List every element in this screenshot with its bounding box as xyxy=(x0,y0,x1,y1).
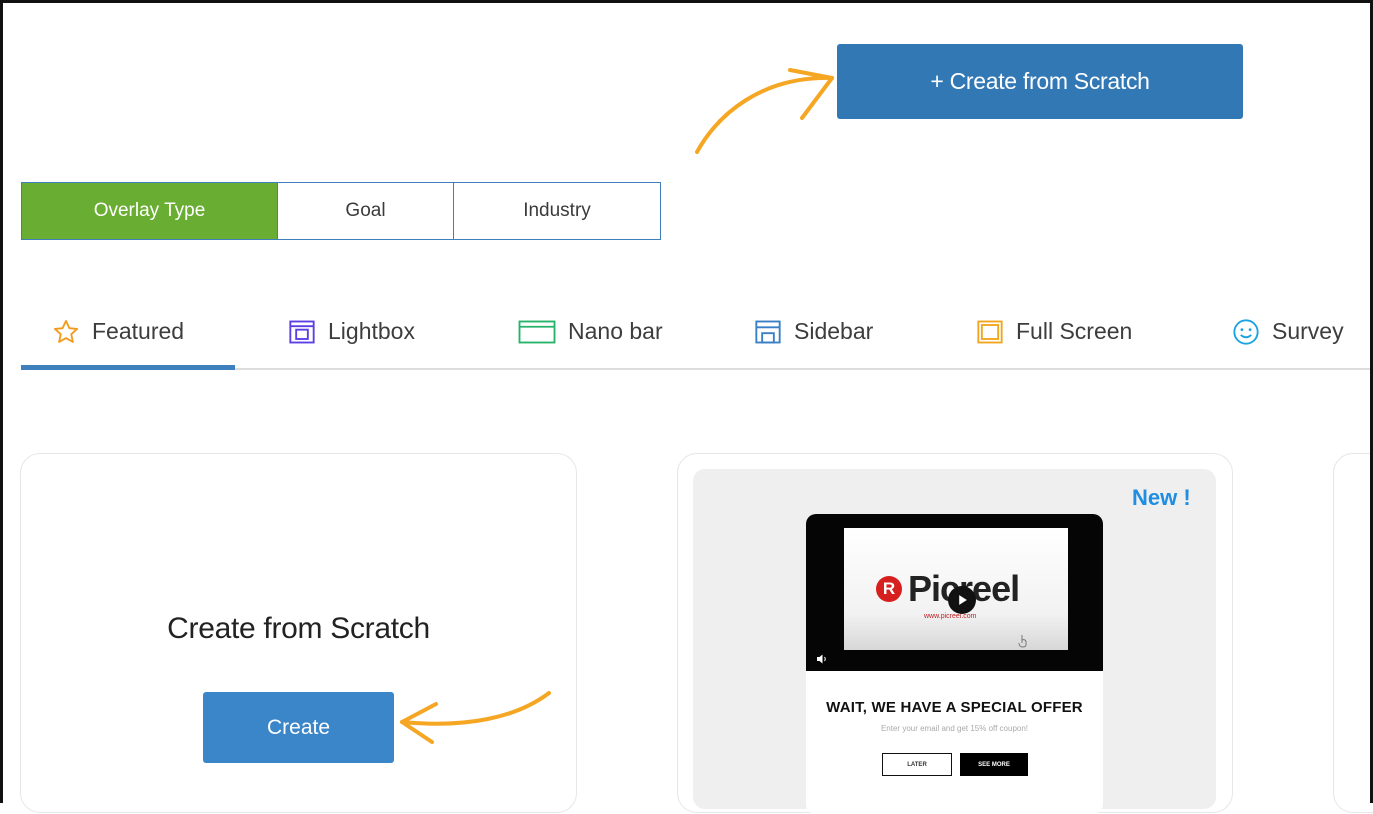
picreel-logo-icon: R xyxy=(876,576,902,602)
tab-lightbox-label: Lightbox xyxy=(328,318,415,344)
nanobar-icon xyxy=(518,318,556,346)
tab-full-screen-label: Full Screen xyxy=(1016,318,1133,344)
tab-nano-bar-label: Nano bar xyxy=(568,318,663,344)
play-icon xyxy=(948,586,976,614)
tab-survey-label: Survey xyxy=(1272,318,1344,344)
cursor-hand-icon xyxy=(1018,635,1027,648)
see-more-button: SEE MORE xyxy=(960,753,1028,776)
segment-goal[interactable]: Goal xyxy=(277,183,453,239)
tab-featured[interactable]: Featured xyxy=(52,295,184,368)
tab-survey[interactable]: Survey xyxy=(1232,295,1344,368)
annotation-arrow-top xyxy=(695,68,834,154)
volume-icon xyxy=(817,654,826,664)
tab-sidebar[interactable]: Sidebar xyxy=(754,295,873,368)
lightbox-icon xyxy=(288,318,316,346)
tab-full-screen[interactable]: Full Screen xyxy=(976,295,1132,368)
later-button: LATER xyxy=(882,753,952,776)
offer-headline: WAIT, WE HAVE A SPECIAL OFFER xyxy=(826,699,1083,716)
video-player: R Picreel www.picreel.com xyxy=(806,514,1103,671)
segment-overlay-type[interactable]: Overlay Type xyxy=(22,183,277,239)
logo-url: www.picreel.com xyxy=(924,613,977,620)
segment-industry[interactable]: Industry xyxy=(453,183,660,239)
sidebar-icon xyxy=(754,318,782,346)
offer-subtext: Enter your email and get 15% off coupon! xyxy=(880,724,1029,733)
star-icon xyxy=(52,318,80,346)
scratch-card-title: Create from Scratch xyxy=(167,612,430,645)
video-frame: R Picreel www.picreel.com xyxy=(844,528,1068,650)
new-badge: New ! xyxy=(1132,485,1191,510)
active-tab-indicator xyxy=(21,365,235,370)
overlay-type-tabs: Featured Lightbox Nano bar Sidebar Full … xyxy=(21,295,1373,370)
tab-sidebar-label: Sidebar xyxy=(794,318,874,344)
tab-lightbox[interactable]: Lightbox xyxy=(288,295,415,368)
create-from-scratch-button[interactable]: + Create from Scratch xyxy=(837,44,1243,119)
create-button[interactable]: Create xyxy=(203,692,394,763)
popup-preview: R Picreel www.picreel.com WAIT, WE HAVE … xyxy=(806,514,1103,814)
annotation-arrow-create xyxy=(400,691,551,744)
smiley-icon xyxy=(1232,318,1260,346)
tab-nano-bar[interactable]: Nano bar xyxy=(518,295,663,368)
filter-segmented-control: Overlay Type Goal Industry xyxy=(21,182,661,240)
tab-featured-label: Featured xyxy=(92,318,185,344)
fullscreen-icon xyxy=(976,318,1004,346)
template-card-partial[interactable] xyxy=(1333,453,1373,813)
